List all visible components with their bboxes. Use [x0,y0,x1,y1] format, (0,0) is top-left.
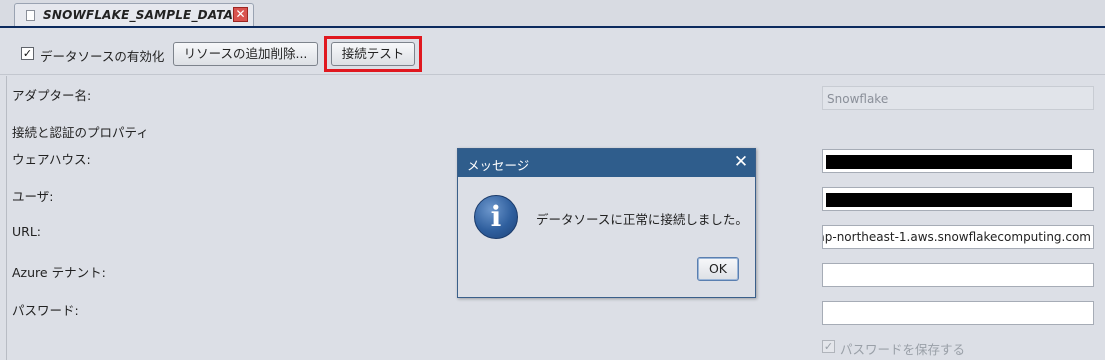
adapter-name-label: アダプター名: [12,88,92,103]
url-label: URL: [12,224,42,239]
url-value: .1.ap-northeast-1.aws.snowflakecomputing… [822,230,1091,244]
document-icon [26,10,35,21]
enable-datasource-checkbox[interactable]: ✓ [21,47,34,60]
warehouse-field[interactable] [822,149,1094,173]
dialog-close-icon[interactable]: ✕ [733,153,749,171]
ok-button[interactable]: OK [697,257,739,281]
add-remove-resources-button[interactable]: リソースの追加削除... [173,42,318,66]
dialog-title: メッセージ [467,158,530,173]
message-dialog: メッセージ ✕ i データソースに正常に接続しました。 OK [457,148,756,298]
dialog-titlebar[interactable]: メッセージ ✕ [458,149,755,177]
azure-tenant-field[interactable] [822,263,1094,287]
adapter-name-field: Snowflake [822,86,1094,110]
url-field[interactable]: .1.ap-northeast-1.aws.snowflakecomputing… [822,225,1094,249]
dialog-message: データソースに正常に接続しました。 [536,212,748,227]
redacted-value [826,193,1072,207]
info-icon: i [474,195,518,239]
warehouse-label: ウェアハウス: [12,152,91,167]
azure-tenant-label: Azure テナント: [12,265,106,280]
enable-datasource-label: データソースの有効化 [40,49,165,64]
tab-title: SNOWFLAKE_SAMPLE_DATA [43,8,234,22]
toolbar: ✓ データソースの有効化 リソースの追加削除... 接続テスト [0,28,1105,75]
user-label: ユーザ: [12,189,54,204]
tab-snowflake-sample-data[interactable]: SNOWFLAKE_SAMPLE_DATA ✕ [14,3,254,26]
tab-strip: SNOWFLAKE_SAMPLE_DATA ✕ [0,0,1105,28]
password-label: パスワード: [12,303,79,318]
redacted-value [826,155,1072,169]
tab-close-icon[interactable]: ✕ [233,7,248,22]
connection-test-highlight [324,36,422,72]
save-password-label: パスワードを保存する [840,342,966,357]
user-field[interactable] [822,187,1094,211]
connection-properties-heading: 接続と認証のプロパティ [12,125,149,140]
password-field[interactable] [822,301,1094,325]
save-password-checkbox[interactable]: ✓ [822,340,835,353]
